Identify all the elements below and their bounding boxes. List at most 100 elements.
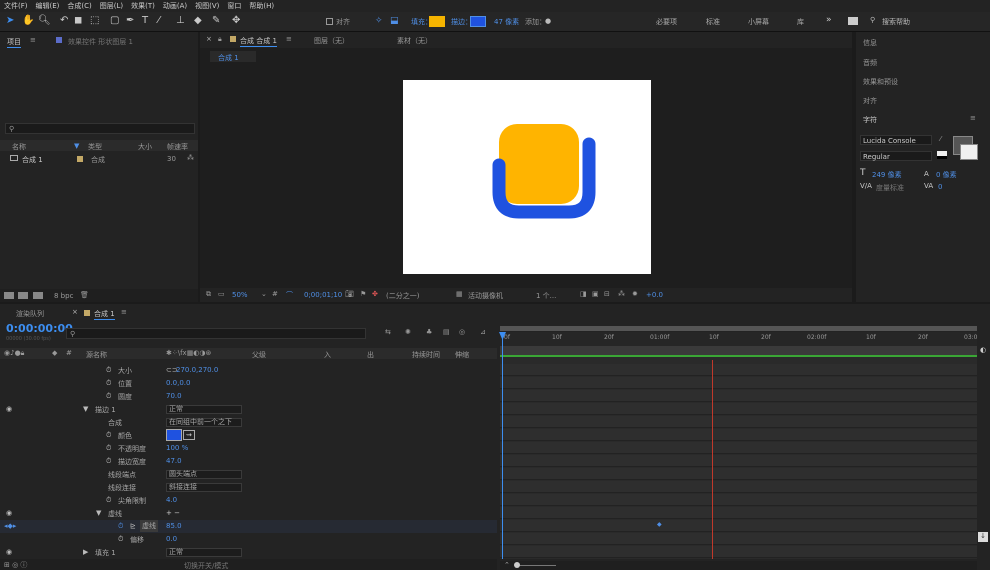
show-snapshot-icon[interactable]: ⚑ <box>360 290 366 298</box>
prop-value[interactable]: 85.0 <box>166 522 182 530</box>
zoom-dropdown[interactable]: 50% <box>232 291 248 299</box>
menu-animation[interactable]: 动画(A) <box>163 1 187 11</box>
prop-row-line-cap[interactable]: 线段端点 圆头端点 <box>0 468 497 481</box>
eye-icon[interactable]: ◉ <box>6 405 12 413</box>
stopwatch-icon[interactable]: ⏱ <box>106 379 111 388</box>
shy-layers-icon[interactable]: ♣ <box>426 328 432 336</box>
roto-tool-icon[interactable]: ✎ <box>212 15 220 27</box>
col-fps[interactable]: 帧速率 <box>167 142 188 152</box>
prop-row-dashes[interactable]: ◉ ▼ 虚线 + − <box>0 507 497 520</box>
playhead[interactable] <box>502 332 503 559</box>
keyframe-icon[interactable]: ◆ <box>657 521 662 528</box>
stopwatch-icon[interactable]: ⏱ <box>106 496 111 505</box>
mask-icon[interactable]: ⌒ <box>286 290 293 300</box>
comp-menu-icon[interactable]: ≡ <box>286 35 292 43</box>
work-area-bar[interactable] <box>500 326 977 331</box>
comp-canvas[interactable] <box>403 80 651 274</box>
camera-dropdown[interactable]: 活动摄像机 <box>468 291 503 301</box>
type-tool-icon[interactable]: T <box>142 15 148 27</box>
menu-file[interactable]: 文件(F) <box>4 1 28 11</box>
zoom-out-icon[interactable]: ⌃ <box>504 561 510 569</box>
toggle-pixel-icon[interactable]: ◨ <box>580 290 587 298</box>
frame-blending-icon[interactable]: ▤ <box>443 328 450 336</box>
brush-tool-icon[interactable]: ⁄ <box>158 15 160 27</box>
info-panel[interactable]: 信息 <box>863 38 877 48</box>
col-source-name[interactable]: 源名称 <box>86 350 107 360</box>
view-layout-dropdown[interactable]: 1 个... <box>536 291 556 301</box>
clone-tool-icon[interactable]: ⊥ <box>176 15 185 27</box>
keyframe-nav-icon[interactable]: ◂◆▸ <box>4 522 16 530</box>
timeline-menu-icon[interactable]: ≡ <box>121 308 127 316</box>
pen-tool-icon[interactable]: ✒ <box>126 15 134 27</box>
expand-arrow-icon[interactable]: ▼ <box>96 509 101 517</box>
pan-behind-tool-icon[interactable]: ⬚ <box>90 15 99 27</box>
menu-view[interactable]: 视图(V) <box>195 1 219 11</box>
bpc-label[interactable]: 8 bpc <box>54 292 73 300</box>
prop-row-composite[interactable]: 合成 在同组中前一个之下 <box>0 416 497 429</box>
selection-tool-icon[interactable]: ➤ <box>6 15 14 27</box>
eye-icon[interactable]: ◉ <box>6 548 12 556</box>
camera-tool-icon[interactable]: ◼ <box>74 15 82 27</box>
reset-exposure-icon[interactable]: ✹ <box>632 290 638 298</box>
graph-icon[interactable]: ⊵ <box>130 522 136 530</box>
stopwatch-icon[interactable]: ⏱ <box>106 457 111 466</box>
new-folder-icon[interactable] <box>18 292 28 299</box>
project-menu-icon[interactable]: ≡ <box>30 36 36 44</box>
col-out[interactable]: 出 <box>367 350 374 360</box>
menu-effect[interactable]: 效果(T) <box>131 1 155 11</box>
stopwatch-icon[interactable]: ⏱ <box>106 366 111 375</box>
fast-preview-icon[interactable]: ▣ <box>592 290 599 298</box>
scroll-down-icon[interactable]: ↓ <box>978 532 988 542</box>
composite-dropdown[interactable]: 在同组中前一个之下 <box>166 418 242 427</box>
resolution-dropdown[interactable]: (二分之一) <box>386 291 419 301</box>
prop-value[interactable]: 0.0 <box>166 535 177 543</box>
col-in[interactable]: 入 <box>324 350 331 360</box>
stroke-color-swatch[interactable] <box>960 144 978 160</box>
comp-subtab[interactable]: 合成 1 <box>210 51 256 62</box>
interpret-footage-icon[interactable] <box>4 292 14 299</box>
add-icon[interactable]: ● <box>545 17 551 25</box>
effects-controls-tab[interactable]: 效果控件 形状图层 1 <box>68 37 133 47</box>
font-family-dropdown[interactable]: Lucida Console <box>860 135 932 145</box>
effects-presets-panel[interactable]: 效果和预设 <box>863 77 898 87</box>
project-search-input[interactable]: ⚲ <box>5 123 195 134</box>
prop-value[interactable]: 4.0 <box>166 496 177 504</box>
grid-icon[interactable]: # <box>272 290 278 298</box>
footage-tab[interactable]: 素材（无） <box>397 36 432 46</box>
swap-colors-icon[interactable] <box>937 151 947 159</box>
stopwatch-icon[interactable]: ⏱ <box>118 522 123 531</box>
exposure-value[interactable]: +0.0 <box>646 291 663 299</box>
flowchart-icon[interactable]: ⁂ <box>618 290 625 298</box>
timeline-search-input[interactable]: ⚲ <box>66 328 366 339</box>
prop-row-roundness[interactable]: ⏱ 圆度 70.0 <box>0 390 497 403</box>
composition-mini-flowchart-icon[interactable]: ⇆ <box>385 328 391 336</box>
col-stretch[interactable]: 伸缩 <box>455 350 469 360</box>
timeline-current-time[interactable]: 0:00:00:00 <box>6 322 73 335</box>
more-workspaces-icon[interactable]: » <box>826 15 832 25</box>
menu-window[interactable]: 窗口 <box>227 1 241 11</box>
prop-row-fill[interactable]: ◉ ▶ 填充 1 正常 <box>0 546 497 559</box>
fill-swatch[interactable] <box>429 16 445 27</box>
color-channels-icon[interactable]: ✤ <box>372 290 378 298</box>
menu-edit[interactable]: 编辑(E) <box>36 1 60 11</box>
stopwatch-icon[interactable]: ⏱ <box>106 431 111 440</box>
workspace-standard[interactable]: 标准 <box>706 17 720 27</box>
motion-blur-icon[interactable]: ◎ <box>459 328 465 336</box>
prop-row-position[interactable]: ⏱ 位置 0.0,0.0 <box>0 377 497 390</box>
comp-tab[interactable]: 合成 合成 1 <box>240 36 277 47</box>
font-style-dropdown[interactable]: Regular <box>860 151 932 161</box>
region-icon[interactable]: ⧉ <box>206 290 211 299</box>
tracking-value[interactable]: 0 像素 <box>936 170 957 180</box>
time-ruler[interactable]: 0f 10f 20f 01:00f 10f 20f 02:00f 10f 20f… <box>500 332 977 346</box>
align-checkbox[interactable] <box>326 18 333 25</box>
audio-panel[interactable]: 音频 <box>863 58 877 68</box>
align-panel[interactable]: 对齐 <box>863 96 877 106</box>
stopwatch-icon[interactable]: ⏱ <box>118 535 123 544</box>
col-type[interactable]: 类型 <box>88 142 102 152</box>
eyedropper-icon[interactable]: ⁄ <box>940 135 941 143</box>
workspace-libraries[interactable]: 库 <box>797 17 804 27</box>
character-panel[interactable]: 字符 <box>863 115 877 125</box>
graph-editor-icon[interactable]: ⊿ <box>480 328 486 336</box>
prop-value[interactable]: 70.0 <box>166 392 182 400</box>
monitor-icon[interactable]: ▭ <box>218 290 225 298</box>
